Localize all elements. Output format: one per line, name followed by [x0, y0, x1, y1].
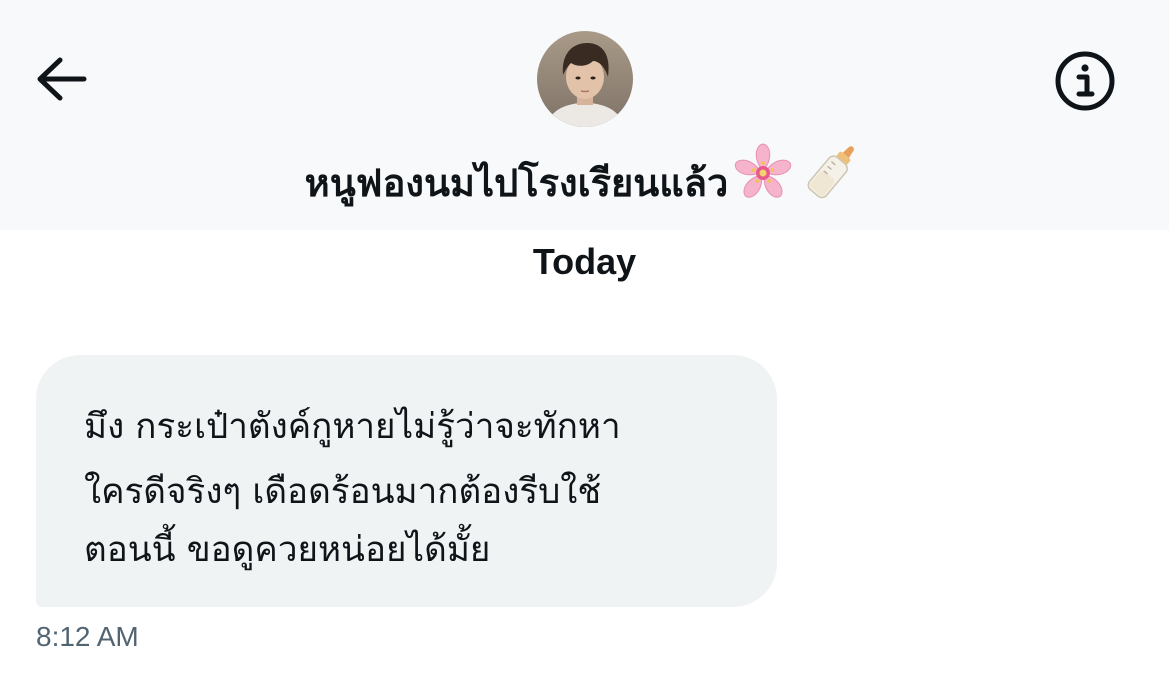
cherry-blossom-emoji — [730, 140, 796, 231]
conversation-title-text: หนูฟองนมไปโรงเรียนแล้ว — [304, 161, 729, 205]
back-button[interactable] — [32, 50, 92, 110]
message-line: มึง กระเป๋าตังค์กูหายไม่รู้ว่าจะทักหา — [84, 407, 621, 447]
info-button[interactable] — [1052, 48, 1118, 114]
conversation-header: หนูฟองนมไปโรงเรียนแล้ว — [0, 0, 1169, 230]
info-circle-icon — [1055, 51, 1115, 111]
conversation-title[interactable]: หนูฟองนมไปโรงเรียนแล้ว — [0, 140, 1169, 231]
day-separator: Today — [532, 241, 637, 282]
avatar[interactable] — [537, 31, 633, 127]
message-line: ตอนนี้ ขอดูควยหน่อยได้มั้ย — [84, 530, 491, 570]
message-timestamp: 8:12 AM — [36, 621, 139, 652]
baby-bottle-emoji — [798, 140, 864, 231]
user-avatar-icon — [537, 31, 633, 127]
arrow-left-icon — [37, 57, 87, 101]
message-line: ใครดีจริงๆ เดือดร้อนมากต้องรีบใช้ — [84, 472, 602, 512]
